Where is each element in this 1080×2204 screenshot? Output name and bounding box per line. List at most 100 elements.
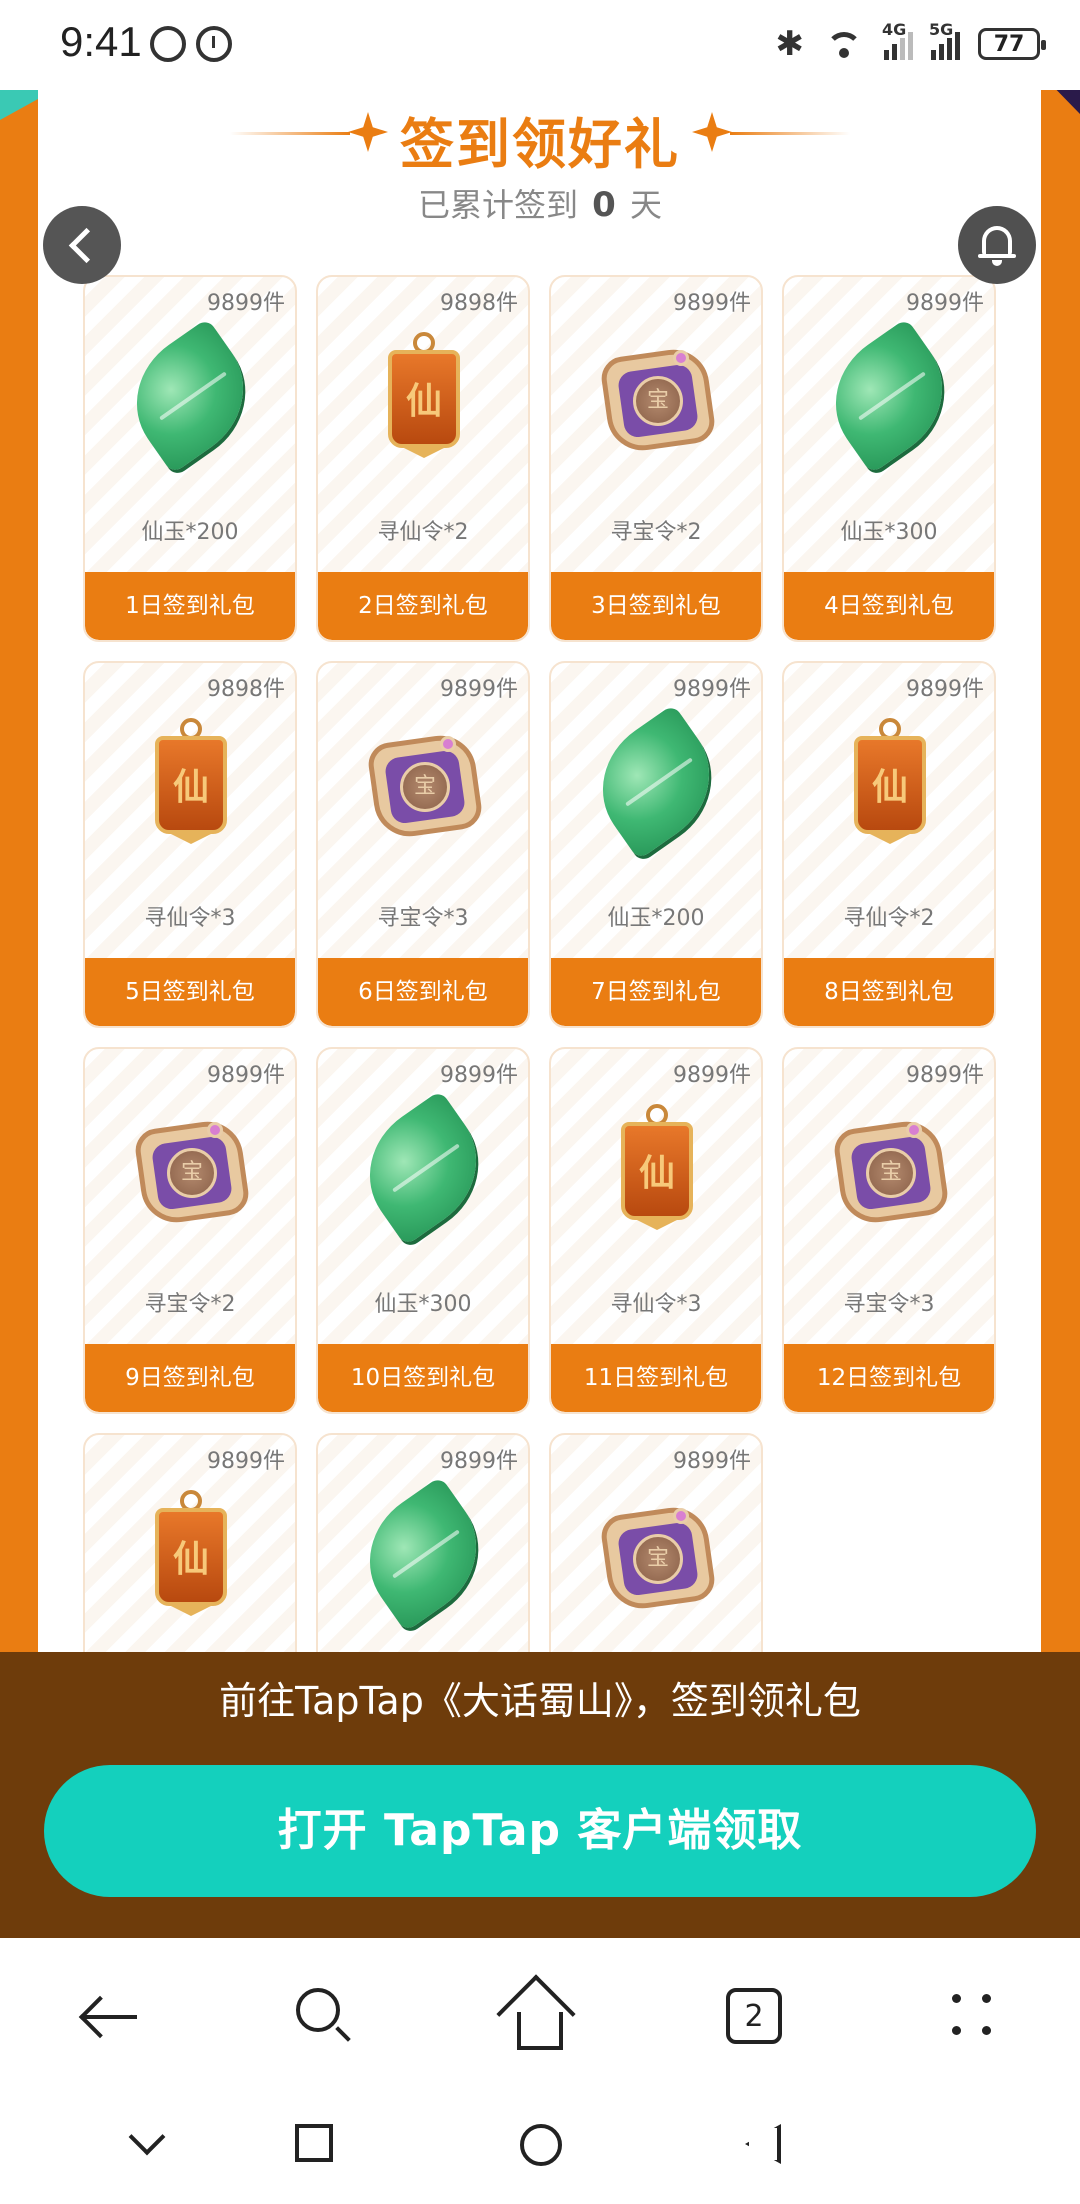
bell-icon-base xyxy=(978,254,1016,258)
daily-pack-button[interactable]: 11日签到礼包 xyxy=(551,1344,761,1412)
taptap-banner: 前往TapTap《大话蜀山》，签到领礼包 打开 TapTap 客户端领取 xyxy=(0,1652,1080,1938)
daily-pack-button[interactable]: 12日签到礼包 xyxy=(784,1344,994,1412)
seal-gem xyxy=(440,736,456,752)
reward-card[interactable]: 9899件仙玉*200 1日签到礼包 xyxy=(83,275,297,642)
reward-card[interactable]: 9899件宝寻宝令*3 12日签到礼包 xyxy=(782,1047,996,1414)
checkin-summary-prefix: 已累计签到 xyxy=(417,186,578,224)
reward-card[interactable]: 9899件 仙玉*200 7日签到礼包 xyxy=(549,661,763,1028)
checkin-summary: 已累计签到 0 天 xyxy=(340,180,740,226)
search-icon xyxy=(296,1988,340,2032)
daily-pack-button[interactable]: 5日签到礼包 xyxy=(85,958,295,1026)
recents-button[interactable] xyxy=(295,2124,333,2162)
reward-card[interactable]: 9899件仙寻仙令*3 11日签到礼包 xyxy=(549,1047,763,1414)
reward-art: 仙 xyxy=(358,332,492,466)
system-home-button[interactable] xyxy=(520,2124,562,2166)
header-decor-line xyxy=(730,132,850,135)
reward-card[interactable]: 9899件 仙玉*300 10日签到礼包 xyxy=(316,1047,530,1414)
token-base xyxy=(629,1216,685,1230)
signal-4g-icon: 4G xyxy=(882,20,913,60)
system-back-button[interactable] xyxy=(745,2124,785,2168)
stock-count: 9899件 xyxy=(440,1449,518,1474)
daily-pack-button[interactable]: 8日签到礼包 xyxy=(784,958,994,1026)
daily-pack-button[interactable]: 3日签到礼包 xyxy=(551,572,761,640)
reward-art: 仙 xyxy=(125,1490,259,1624)
token-glyph: 仙 xyxy=(405,381,442,422)
status-icons-right: ✱ 4G 5G 77 xyxy=(776,20,1046,64)
reward-art xyxy=(576,703,736,861)
token-base xyxy=(862,830,918,844)
reward-card[interactable]: 9899件宝寻宝令*3 6日签到礼包 xyxy=(316,661,530,1028)
more-menu-button[interactable] xyxy=(940,1982,1010,2052)
wifi-icon xyxy=(822,28,866,60)
page-frame-right xyxy=(1041,90,1080,1652)
hide-nav-button[interactable] xyxy=(128,2124,162,2158)
stock-count: 9899件 xyxy=(440,677,518,702)
notification-button[interactable] xyxy=(958,206,1036,284)
reward-card[interactable]: 9898件仙寻仙令*2 2日签到礼包 xyxy=(316,275,530,642)
bell-icon xyxy=(982,226,1012,256)
reward-art xyxy=(343,1089,503,1247)
daily-pack-button[interactable]: 6日签到礼包 xyxy=(318,958,528,1026)
signal-4g-label: 4G xyxy=(882,20,907,39)
seal-glyph: 宝 xyxy=(646,1546,669,1571)
seal-glyph: 宝 xyxy=(646,388,669,413)
back-button[interactable] xyxy=(43,206,121,284)
reward-art xyxy=(809,317,969,475)
reward-item: 仙玉*200 xyxy=(141,520,239,545)
browser-back-button[interactable] xyxy=(75,1982,145,2052)
token-glyph: 仙 xyxy=(638,1153,675,1194)
token-base xyxy=(396,444,452,458)
stock-count: 9898件 xyxy=(440,291,518,316)
clock: 9:41 xyxy=(60,18,142,65)
daily-pack-button[interactable]: 4日签到礼包 xyxy=(784,572,994,640)
seal-glyph: 宝 xyxy=(879,1160,902,1185)
stock-count: 9899件 xyxy=(906,1063,984,1088)
page-title: 签到领好礼 xyxy=(400,113,680,176)
seal-gem xyxy=(906,1122,922,1138)
reward-card[interactable]: 9899件仙寻仙令*2 8日签到礼包 xyxy=(782,661,996,1028)
reward-item: 寻仙令*2 xyxy=(843,906,935,931)
token-glyph: 仙 xyxy=(172,1539,209,1580)
signal-5g-label: 5G xyxy=(929,20,954,39)
daily-pack-button[interactable]: 2日签到礼包 xyxy=(318,572,528,640)
stock-count: 9899件 xyxy=(207,291,285,316)
banner-text: 前往TapTap《大话蜀山》，签到领礼包 xyxy=(219,1679,861,1723)
seal-glyph: 宝 xyxy=(180,1160,203,1185)
reward-art: 仙 xyxy=(591,1104,725,1238)
reward-card[interactable]: 9899件 xyxy=(316,1433,530,1652)
reward-card[interactable]: 9899件 仙玉*300 4日签到礼包 xyxy=(782,275,996,642)
reward-item: 寻宝令*2 xyxy=(144,1292,236,1317)
reward-card[interactable]: 9899件宝寻宝令*2 9日签到礼包 xyxy=(83,1047,297,1414)
reward-card[interactable]: 9899件宝寻宝令*2 3日签到礼包 xyxy=(549,275,763,642)
battery-icon: 77 xyxy=(978,28,1046,60)
system-navigation-bar xyxy=(0,2094,1080,2204)
daily-pack-button[interactable]: 1日签到礼包 xyxy=(85,572,295,640)
tabs-button[interactable]: 2 xyxy=(720,1982,790,2052)
daily-pack-button[interactable]: 7日签到礼包 xyxy=(551,958,761,1026)
reward-art: 仙 xyxy=(125,718,259,852)
reward-art: 宝 xyxy=(591,1490,725,1624)
stock-count: 9899件 xyxy=(673,1063,751,1088)
header-decor-line xyxy=(230,132,350,135)
stock-count: 9899件 xyxy=(207,1449,285,1474)
reward-grid: 9899件 仙玉*200 1日签到礼包 9898件仙寻仙令*2 2日签到礼包 9899件宝… xyxy=(83,275,999,1652)
search-button[interactable] xyxy=(290,1982,360,2052)
seal-gem xyxy=(673,350,689,366)
bell-icon-clapper xyxy=(992,260,1002,266)
battery-level: 77 xyxy=(993,31,1025,57)
token-base xyxy=(163,830,219,844)
reward-card[interactable]: 9899件宝 xyxy=(549,1433,763,1652)
open-taptap-button[interactable]: 打开 TapTap 客户端领取 xyxy=(44,1765,1036,1897)
seal-gem xyxy=(673,1508,689,1524)
reward-card[interactable]: 9898件仙寻仙令*3 5日签到礼包 xyxy=(83,661,297,1028)
reward-art xyxy=(110,317,270,475)
reward-item: 寻仙令*3 xyxy=(144,906,236,931)
sparkle-icon xyxy=(692,112,732,152)
token-glyph: 仙 xyxy=(871,767,908,808)
daily-pack-button[interactable]: 10日签到礼包 xyxy=(318,1344,528,1412)
home-button[interactable] xyxy=(496,1974,576,2054)
daily-pack-button[interactable]: 9日签到礼包 xyxy=(85,1344,295,1412)
reward-card[interactable]: 9899件仙 xyxy=(83,1433,297,1652)
checkin-days-count: 0 xyxy=(592,185,616,225)
stock-count: 9898件 xyxy=(207,677,285,702)
